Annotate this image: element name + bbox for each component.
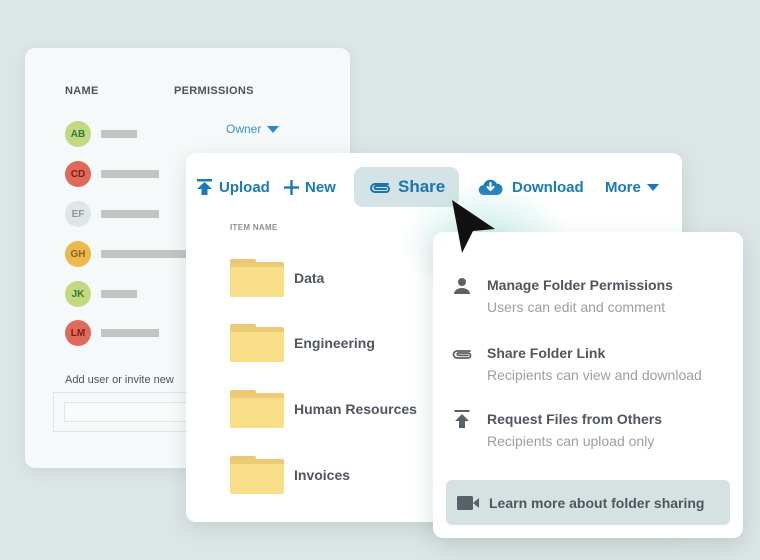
share-dropdown-menu: Manage Folder Permissions Users can edit…: [433, 232, 743, 538]
mouse-cursor-icon: [452, 200, 495, 253]
menu-item-subtitle: Users can edit and comment: [487, 299, 666, 315]
folder-row[interactable]: Human Resources: [230, 389, 417, 429]
menu-item-subtitle: Recipients can upload only: [487, 433, 655, 449]
menu-item-title: Manage Folder Permissions: [487, 277, 673, 293]
more-button[interactable]: More: [605, 169, 659, 205]
folder-icon: [230, 259, 284, 297]
upload-label: Upload: [219, 178, 270, 196]
folder-row[interactable]: Engineering: [230, 323, 375, 363]
learn-more-label: Learn more about folder sharing: [489, 494, 705, 511]
upload-icon: [197, 179, 212, 195]
new-button[interactable]: New: [284, 169, 336, 205]
avatar: JK: [65, 281, 91, 307]
folder-row[interactable]: Invoices: [230, 455, 350, 495]
user-row[interactable]: AB: [65, 121, 345, 147]
learn-more-button[interactable]: Learn more about folder sharing: [446, 480, 730, 525]
menu-item-title: Share Folder Link: [487, 345, 606, 361]
paperclip-icon: [370, 183, 390, 193]
avatar: GH: [65, 241, 91, 267]
caret-down-icon: [267, 125, 280, 133]
folder-name: Human Resources: [294, 401, 417, 417]
folder-icon: [230, 456, 284, 494]
permission-value: Owner: [226, 122, 262, 136]
plus-icon: [284, 179, 299, 195]
folder-icon: [230, 324, 284, 362]
avatar: EF: [65, 201, 91, 227]
video-camera-icon: [457, 495, 479, 510]
avatar: CD: [65, 161, 91, 187]
add-user-label: Add user or invite new: [65, 374, 174, 386]
paperclip-icon: [451, 343, 473, 365]
name-column-header: NAME: [65, 85, 99, 97]
caret-down-icon: [646, 183, 659, 191]
manage-folder-permissions-item[interactable]: Manage Folder Permissions Users can edit…: [451, 275, 736, 319]
upload-button[interactable]: Upload: [196, 169, 270, 205]
user-name-placeholder: [101, 329, 159, 337]
item-name-column-header: ITEM NAME: [230, 223, 278, 232]
user-name-placeholder: [101, 250, 191, 258]
avatar: AB: [65, 121, 91, 147]
share-folder-link-item[interactable]: Share Folder Link Recipients can view an…: [451, 343, 736, 387]
folder-name: Engineering: [294, 335, 375, 351]
new-label: New: [305, 178, 336, 196]
folder-icon: [230, 390, 284, 428]
folder-name: Data: [294, 270, 325, 286]
permissions-column-header: PERMISSIONS: [174, 85, 254, 97]
user-name-placeholder: [101, 170, 159, 178]
permission-dropdown[interactable]: Owner: [226, 122, 280, 136]
request-files-item[interactable]: Request Files from Others Recipients can…: [451, 409, 736, 453]
folder-name: Invoices: [294, 467, 351, 483]
user-name-placeholder: [101, 210, 159, 218]
more-label: More: [605, 178, 641, 196]
menu-item-subtitle: Recipients can view and download: [487, 367, 702, 383]
avatar: LM: [65, 320, 91, 346]
person-icon: [451, 275, 473, 297]
upload-icon: [451, 409, 473, 431]
user-name-placeholder: [101, 290, 137, 298]
folder-row[interactable]: Data: [230, 258, 324, 298]
user-name-placeholder: [101, 130, 137, 138]
menu-item-title: Request Files from Others: [487, 411, 663, 427]
